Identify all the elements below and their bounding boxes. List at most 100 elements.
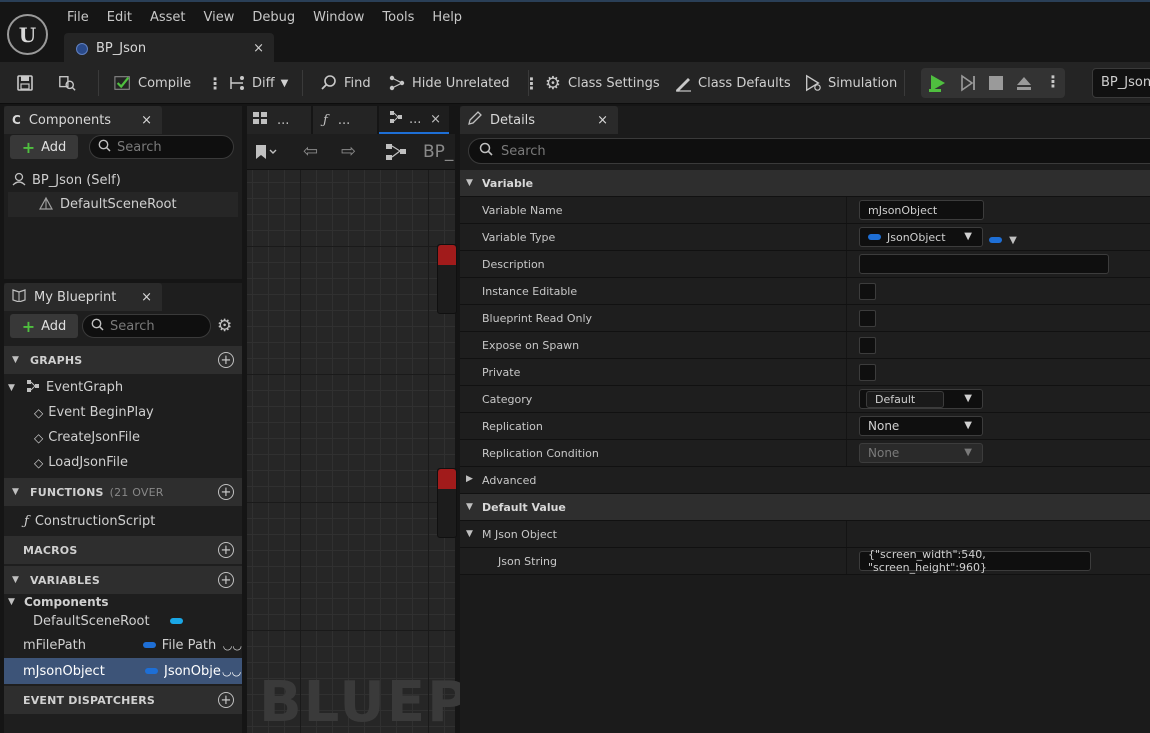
browse-button[interactable]: [58, 62, 76, 104]
menu-window[interactable]: Window: [304, 10, 373, 25]
event-graph-row[interactable]: ▼ EventGraph: [8, 375, 242, 400]
event-dispatchers-section-header[interactable]: EVENT DISPATCHERS +: [4, 686, 242, 714]
graph-canvas[interactable]: BLUEPF: [247, 170, 508, 733]
close-tab-icon[interactable]: ×: [430, 112, 441, 127]
graphs-section-header[interactable]: ▼ GRAPHS +: [4, 346, 242, 374]
debug-object-selector[interactable]: BP_Json: [1092, 68, 1150, 98]
forward-arrow-icon[interactable]: ⇨: [341, 141, 356, 162]
menu-help[interactable]: Help: [423, 10, 471, 25]
menu-edit[interactable]: Edit: [98, 10, 141, 25]
construction-script-row[interactable]: ƒ ConstructionScript: [24, 509, 234, 534]
replication-row: Replication None ▼: [460, 413, 1150, 440]
diff-button[interactable]: Diff ▼: [228, 62, 288, 104]
component-root-row[interactable]: DefaultSceneRoot: [8, 192, 238, 217]
back-arrow-icon[interactable]: ⇦: [303, 141, 318, 162]
compile-button[interactable]: Compile ⋮: [114, 62, 223, 104]
add-member-button[interactable]: + Add: [10, 314, 78, 338]
variables-section-label: VARIABLES: [30, 573, 100, 587]
json-string-input[interactable]: {"screen_width":540, "screen_height":960…: [859, 548, 1091, 574]
private-checkbox[interactable]: [859, 364, 876, 381]
replication-condition-combo[interactable]: None ▼: [859, 443, 983, 463]
my-blueprint-tab[interactable]: My Blueprint ×: [4, 283, 162, 311]
variable-type-combo[interactable]: JsonObject ▼: [859, 227, 983, 247]
menu-asset[interactable]: Asset: [141, 10, 195, 25]
bookmark-icon[interactable]: [255, 144, 277, 164]
expose-on-spawn-checkbox[interactable]: [859, 337, 876, 354]
close-panel-icon[interactable]: ×: [141, 113, 152, 128]
menu-debug[interactable]: Debug: [243, 10, 304, 25]
save-button[interactable]: [16, 62, 34, 104]
find-button[interactable]: Find: [320, 62, 371, 104]
close-tab-icon[interactable]: ×: [253, 41, 264, 56]
class-settings-button[interactable]: ⚙ Class Settings: [544, 62, 660, 104]
breadcrumb[interactable]: BP_: [423, 142, 453, 162]
menu-view[interactable]: View: [195, 10, 244, 25]
default-scene-root-var-row[interactable]: DefaultSceneRoot: [33, 610, 233, 632]
variable-type-label: Variable Type: [482, 230, 556, 244]
add-graph-icon[interactable]: +: [218, 352, 234, 368]
find-label: Find: [344, 75, 371, 91]
step-forward-button[interactable]: [959, 73, 977, 97]
default-value-category-row[interactable]: ▼ Default Value: [460, 494, 1150, 521]
add-dispatcher-icon[interactable]: +: [218, 692, 234, 708]
graph-tab-viewport[interactable]: ...: [247, 106, 311, 134]
collapse-triangle-icon: ▼: [466, 178, 473, 188]
graph-node-event[interactable]: [437, 244, 457, 314]
graph-node-event[interactable]: [437, 468, 457, 538]
components-tab[interactable]: C Components ×: [4, 106, 162, 134]
functions-section-header[interactable]: ▼ FUNCTIONS (21 OVER +: [4, 478, 242, 506]
settings-gear-icon[interactable]: ⚙: [217, 316, 232, 336]
description-input[interactable]: [859, 254, 1109, 274]
container-type-selector[interactable]: ▼: [989, 232, 1017, 247]
mjsonobject-var-row[interactable]: mJsonObject JsonObje ◡◡: [4, 658, 242, 684]
document-tab-bp-json[interactable]: BP_Json ×: [64, 33, 274, 64]
component-self-row[interactable]: BP_Json (Self): [12, 168, 240, 193]
blueprint-read-only-checkbox[interactable]: [859, 310, 876, 327]
instance-editable-checkbox[interactable]: [859, 283, 876, 300]
advanced-row[interactable]: ▶ Advanced: [460, 467, 1150, 494]
json-string-row: Json String {"screen_width":540, "screen…: [460, 548, 1150, 575]
stop-button[interactable]: [988, 75, 1004, 95]
add-macro-icon[interactable]: +: [218, 542, 234, 558]
unreal-logo-icon[interactable]: U: [7, 14, 48, 55]
close-panel-icon[interactable]: ×: [141, 290, 152, 305]
add-variable-icon[interactable]: +: [218, 572, 234, 588]
play-button[interactable]: [927, 73, 949, 97]
menu-tools[interactable]: Tools: [373, 10, 423, 25]
macros-section-header[interactable]: MACROS +: [4, 536, 242, 564]
event-diamond-icon: ◇: [34, 455, 44, 470]
variable-category-row[interactable]: ▼ Variable: [460, 170, 1150, 197]
node-header: [438, 245, 456, 265]
eye-closed-icon[interactable]: ◡◡: [222, 665, 241, 678]
play-options-icon[interactable]: ⋮: [1045, 72, 1061, 91]
category-combo[interactable]: Default ▼: [859, 389, 983, 409]
hide-unrelated-options-icon[interactable]: ⋮: [524, 74, 540, 93]
details-tab[interactable]: Details ×: [460, 106, 618, 134]
category-input[interactable]: Default: [866, 390, 944, 408]
eye-closed-icon[interactable]: ◡◡: [223, 639, 242, 652]
load-json-file-row[interactable]: ◇ LoadJsonFile: [34, 450, 234, 475]
components-search-input[interactable]: Search: [89, 135, 234, 159]
menu-file[interactable]: File: [58, 10, 98, 25]
create-json-file-row[interactable]: ◇ CreateJsonFile: [34, 425, 234, 450]
eject-icon: [1017, 77, 1031, 90]
eject-button[interactable]: [1015, 74, 1033, 96]
hide-unrelated-button[interactable]: Hide Unrelated ⋮: [388, 62, 540, 104]
replication-combo[interactable]: None ▼: [859, 416, 983, 436]
event-beginplay-row[interactable]: ◇ Event BeginPlay: [34, 400, 234, 425]
simulation-button[interactable]: Simulation: [804, 62, 897, 104]
variables-section-header[interactable]: ▼ VARIABLES +: [4, 566, 242, 594]
m-json-object-row[interactable]: ▼ M Json Object: [460, 521, 1150, 548]
mfilepath-var-row[interactable]: mFilePath File Path ◡◡: [4, 632, 242, 658]
close-panel-icon[interactable]: ×: [597, 113, 608, 128]
graph-tab-event-graph[interactable]: ... ×: [379, 106, 449, 134]
add-component-button[interactable]: + Add: [10, 135, 78, 159]
my-blueprint-search-input[interactable]: Search: [82, 314, 211, 338]
add-function-icon[interactable]: +: [218, 484, 234, 500]
class-defaults-button[interactable]: Class Defaults: [674, 62, 791, 104]
compile-options-icon[interactable]: ⋮: [207, 74, 223, 93]
mfilepath-var-label: mFilePath: [23, 637, 86, 653]
details-search-input[interactable]: Search: [468, 138, 1150, 164]
graph-tab-construction[interactable]: ƒ ...: [313, 106, 377, 134]
variable-name-input[interactable]: mJsonObject: [859, 200, 984, 220]
